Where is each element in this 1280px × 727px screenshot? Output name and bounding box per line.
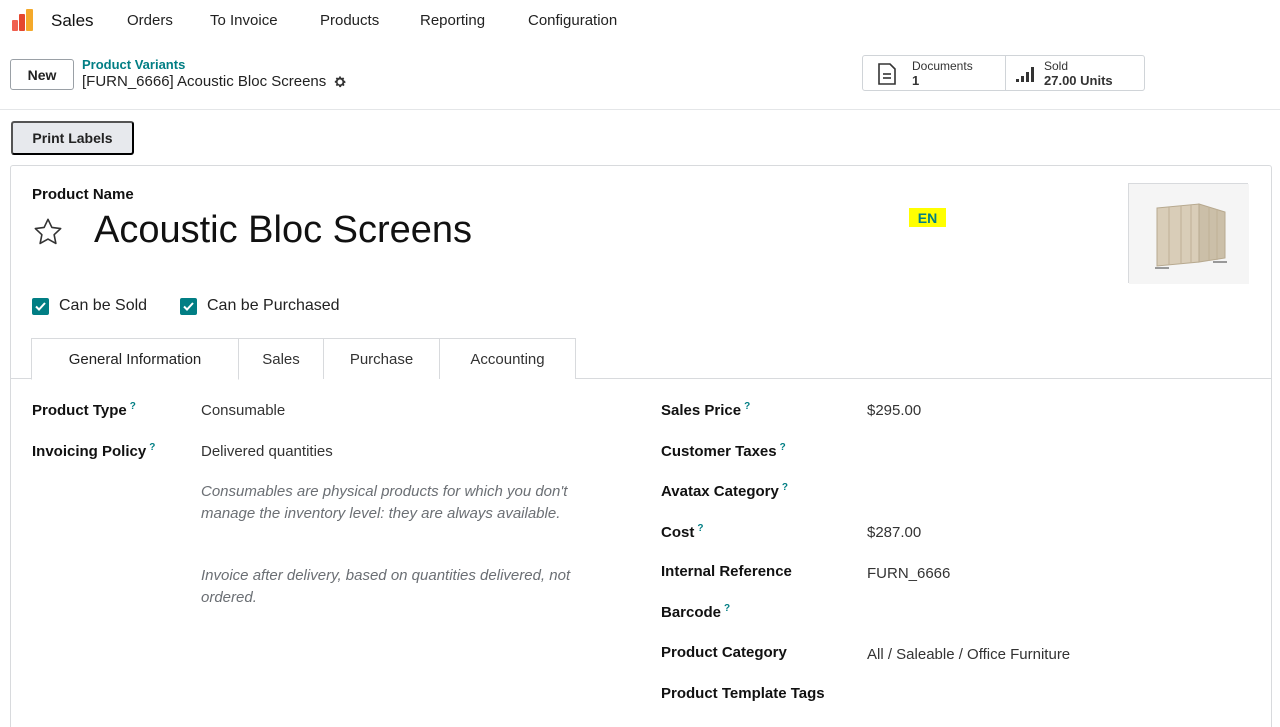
tab-accounting[interactable]: Accounting bbox=[439, 338, 576, 379]
top-navbar: Sales Orders To Invoice Products Reporti… bbox=[0, 0, 1280, 42]
can-be-purchased-label: Can be Purchased bbox=[207, 297, 340, 314]
sales-price-label: Sales Price? bbox=[661, 401, 751, 419]
nav-reporting[interactable]: Reporting bbox=[420, 12, 485, 29]
invoicing-policy-field[interactable]: Delivered quantities bbox=[201, 443, 333, 460]
product-name-field[interactable]: Acoustic Bloc Screens bbox=[94, 209, 472, 252]
nav-app-sales[interactable]: Sales bbox=[51, 11, 94, 31]
product-image[interactable] bbox=[1128, 183, 1249, 284]
product-name-label: Product Name bbox=[32, 186, 134, 203]
can-be-sold-label: Can be Sold bbox=[59, 297, 148, 314]
nav-configuration[interactable]: Configuration bbox=[528, 12, 617, 29]
product-category-label: Product Category bbox=[661, 644, 787, 661]
favorite-star-icon[interactable] bbox=[32, 216, 64, 248]
sold-smart-button[interactable]: Sold 27.00 Units bbox=[1005, 55, 1145, 91]
language-badge[interactable]: EN bbox=[909, 208, 946, 227]
document-icon bbox=[877, 63, 897, 85]
nav-products[interactable]: Products bbox=[320, 12, 379, 29]
breadcrumb-product-variants[interactable]: Product Variants bbox=[82, 57, 185, 72]
tab-general-information[interactable]: General Information bbox=[31, 338, 239, 380]
product-template-tags-label: Product Template Tags bbox=[661, 685, 825, 702]
product-type-field[interactable]: Consumable bbox=[201, 402, 285, 419]
internal-reference-field[interactable]: FURN_6666 bbox=[867, 565, 950, 582]
sold-title: Sold bbox=[1044, 59, 1069, 73]
nav-orders[interactable]: Orders bbox=[127, 12, 173, 29]
tab-purchase[interactable]: Purchase bbox=[323, 338, 440, 379]
barcode-label: Barcode? bbox=[661, 603, 731, 621]
can-be-sold-checkbox[interactable]: Can be Sold bbox=[32, 297, 147, 315]
checkbox-checked-icon[interactable] bbox=[32, 297, 49, 315]
internal-reference-label: Internal Reference bbox=[661, 563, 792, 580]
gear-icon[interactable] bbox=[333, 75, 347, 89]
product-category-field[interactable]: All / Saleable / Office Furniture bbox=[867, 646, 1070, 663]
product-type-label: Product Type? bbox=[32, 401, 136, 419]
cost-field[interactable]: $287.00 bbox=[867, 524, 921, 541]
documents-title: Documents bbox=[912, 59, 973, 73]
breadcrumb-current-label: [FURN_6666] Acoustic Bloc Screens bbox=[82, 73, 327, 90]
documents-smart-button[interactable]: Documents 1 bbox=[862, 55, 1006, 91]
control-panel-divider bbox=[0, 109, 1280, 110]
avatax-category-label: Avatax Category? bbox=[661, 482, 788, 500]
sold-value: 27.00 Units bbox=[1044, 73, 1113, 88]
nav-to-invoice[interactable]: To Invoice bbox=[210, 12, 278, 29]
breadcrumb-current: [FURN_6666] Acoustic Bloc Screens bbox=[82, 73, 347, 90]
can-be-purchased-checkbox[interactable]: Can be Purchased bbox=[180, 297, 340, 315]
checkbox-checked-icon[interactable] bbox=[180, 297, 197, 315]
help-text-invoice: Invoice after delivery, based on quantit… bbox=[201, 567, 571, 606]
cost-label: Cost? bbox=[661, 523, 704, 541]
app-logo-icon[interactable] bbox=[12, 9, 34, 31]
print-labels-button[interactable]: Print Labels bbox=[11, 121, 134, 155]
customer-taxes-label: Customer Taxes? bbox=[661, 442, 786, 460]
help-text-consumable: Consumables are physical products for wh… bbox=[201, 483, 568, 522]
invoicing-policy-label: Invoicing Policy? bbox=[32, 442, 156, 460]
sales-price-field[interactable]: $295.00 bbox=[867, 402, 921, 419]
tab-sales[interactable]: Sales bbox=[238, 338, 324, 379]
new-button[interactable]: New bbox=[10, 59, 74, 90]
documents-count: 1 bbox=[912, 73, 920, 88]
signal-bars-icon bbox=[1016, 65, 1036, 87]
